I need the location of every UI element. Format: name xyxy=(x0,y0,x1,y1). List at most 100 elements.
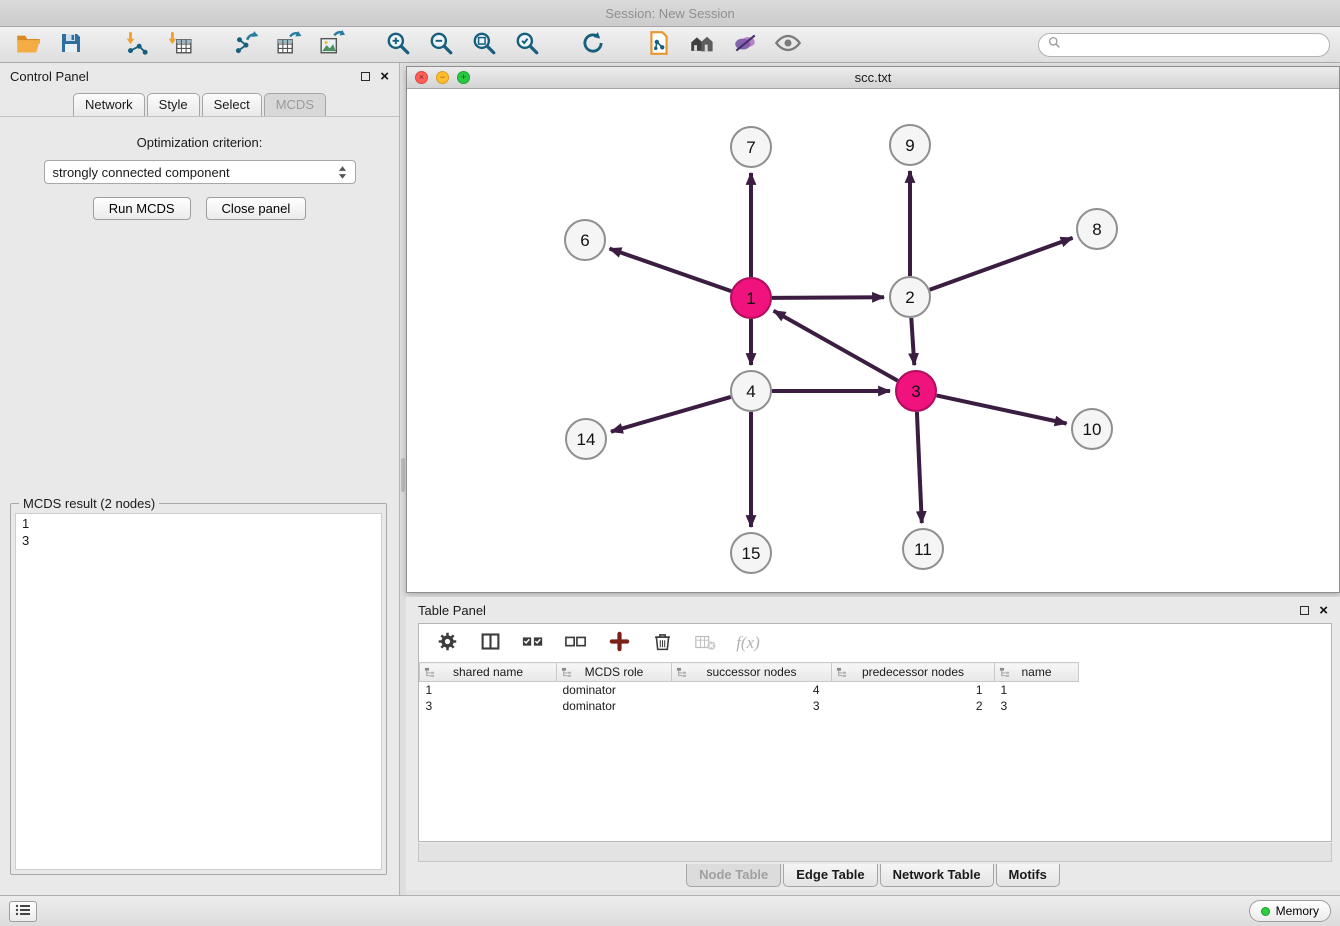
node-6[interactable]: 6 xyxy=(565,220,605,260)
minimize-window-icon[interactable]: − xyxy=(436,71,449,84)
column-header-name[interactable]: name xyxy=(995,663,1079,682)
refresh-button[interactable] xyxy=(575,30,611,60)
tab-select[interactable]: Select xyxy=(202,93,262,116)
table-cell[interactable]: dominator xyxy=(557,682,672,698)
table-settings-button[interactable] xyxy=(433,629,461,657)
splitter-handle[interactable] xyxy=(401,458,405,492)
first-neighbors-button[interactable] xyxy=(684,30,720,60)
node-3[interactable]: 3 xyxy=(896,371,936,411)
open-session-button[interactable] xyxy=(10,30,46,60)
function-builder-button: f(x) xyxy=(734,629,762,657)
svg-text:2: 2 xyxy=(905,288,914,307)
zoom-out-button[interactable] xyxy=(423,30,459,60)
node-9[interactable]: 9 xyxy=(890,125,930,165)
network-canvas[interactable]: 7 9 6 8 1 2 4 3 14 10 15 11 xyxy=(407,89,1339,592)
table-hscrollbar[interactable] xyxy=(418,843,1332,862)
criterion-select[interactable]: strongly connected component xyxy=(44,160,356,184)
column-header-MCDS-role[interactable]: MCDS role xyxy=(557,663,672,682)
table-cell[interactable]: 4 xyxy=(672,682,832,698)
delete-column-button[interactable] xyxy=(648,629,676,657)
table-cell[interactable]: 2 xyxy=(832,698,995,714)
tab-mcds[interactable]: MCDS xyxy=(264,93,326,116)
node-7[interactable]: 7 xyxy=(731,127,771,167)
column-header-predecessor-nodes[interactable]: predecessor nodes xyxy=(832,663,995,682)
edge-4-14[interactable] xyxy=(611,397,731,432)
float-panel-icon[interactable] xyxy=(361,72,370,81)
network-snapshot-button[interactable] xyxy=(641,30,677,60)
export-table-button[interactable] xyxy=(271,30,307,60)
close-panel-button[interactable]: Close panel xyxy=(206,197,307,220)
export-image-icon xyxy=(319,30,345,59)
tab-network[interactable]: Network xyxy=(73,93,145,116)
search-box[interactable] xyxy=(1038,33,1330,57)
zoom-window-icon[interactable]: + xyxy=(457,71,470,84)
run-mcds-button[interactable]: Run MCDS xyxy=(93,197,191,220)
show-hide-button[interactable] xyxy=(770,30,806,60)
node-15[interactable]: 15 xyxy=(731,533,771,573)
export-network-button[interactable] xyxy=(228,30,264,60)
network-graph[interactable]: 7 9 6 8 1 2 4 3 14 10 15 11 xyxy=(407,89,1339,592)
table-toolbar: f(x) xyxy=(419,624,1331,662)
tab-node-table[interactable]: Node Table xyxy=(686,864,781,887)
table-row[interactable]: 3dominator323 xyxy=(420,698,1079,714)
search-input[interactable] xyxy=(1067,38,1320,52)
mcds-result-list[interactable]: 13 xyxy=(15,513,382,870)
import-table-button[interactable] xyxy=(162,30,198,60)
table-cell[interactable]: dominator xyxy=(557,698,672,714)
node-2[interactable]: 2 xyxy=(890,277,930,317)
import-network-button[interactable] xyxy=(119,30,155,60)
node-1[interactable]: 1 xyxy=(731,278,771,318)
zoom-selected-button[interactable] xyxy=(509,30,545,60)
node-10[interactable]: 10 xyxy=(1072,409,1112,449)
unselect-all-columns-button[interactable] xyxy=(562,629,590,657)
control-panel-header: Control Panel × xyxy=(0,63,399,89)
node-11[interactable]: 11 xyxy=(903,529,943,569)
memory-button[interactable]: Memory xyxy=(1249,900,1331,922)
panel-menu-button[interactable] xyxy=(9,901,37,922)
zoom-in-button[interactable] xyxy=(380,30,416,60)
tab-edge-table[interactable]: Edge Table xyxy=(783,864,877,887)
edge-1-6[interactable] xyxy=(610,249,732,292)
split-column-button[interactable] xyxy=(476,629,504,657)
open-session-icon xyxy=(15,30,42,60)
column-header-shared-name[interactable]: shared name xyxy=(420,663,557,682)
edge-3-10[interactable] xyxy=(937,395,1067,423)
table-row[interactable]: 1dominator411 xyxy=(420,682,1079,698)
select-all-columns-button[interactable] xyxy=(519,629,547,657)
column-header-successor-nodes[interactable]: successor nodes xyxy=(672,663,832,682)
export-image-button[interactable] xyxy=(314,30,350,60)
table-panel-header: Table Panel × xyxy=(406,597,1340,623)
edge-3-11[interactable] xyxy=(917,412,922,523)
edge-2-3[interactable] xyxy=(911,318,914,365)
save-session-button[interactable] xyxy=(53,30,89,60)
close-table-panel-icon[interactable]: × xyxy=(1319,603,1328,618)
edge-2-8[interactable] xyxy=(930,238,1073,290)
node-4[interactable]: 4 xyxy=(731,371,771,411)
tab-network-table[interactable]: Network Table xyxy=(880,864,994,887)
table-cell[interactable]: 3 xyxy=(672,698,832,714)
edge-3-1[interactable] xyxy=(774,311,898,381)
control-panel-title: Control Panel xyxy=(10,69,89,84)
table-cell[interactable]: 3 xyxy=(420,698,557,714)
table-cell[interactable]: 3 xyxy=(995,698,1079,714)
zoom-fit-button[interactable] xyxy=(466,30,502,60)
node-table-grid: shared nameMCDS rolesuccessor nodesprede… xyxy=(419,662,1079,714)
search-icon xyxy=(1048,36,1061,54)
float-table-panel-icon[interactable] xyxy=(1300,606,1309,615)
close-window-icon[interactable]: × xyxy=(415,71,428,84)
network-window-titlebar[interactable]: × − + scc.txt xyxy=(407,67,1339,89)
svg-text:9: 9 xyxy=(905,136,914,155)
close-panel-icon[interactable]: × xyxy=(380,69,389,84)
node-14[interactable]: 14 xyxy=(566,419,606,459)
node-8[interactable]: 8 xyxy=(1077,209,1117,249)
table-cell[interactable]: 1 xyxy=(832,682,995,698)
apply-style-button[interactable] xyxy=(727,30,763,60)
table-cell[interactable]: 1 xyxy=(995,682,1079,698)
tab-style[interactable]: Style xyxy=(147,93,200,116)
edge-1-2[interactable] xyxy=(772,297,884,298)
optimization-criterion-label: Optimization criterion: xyxy=(137,135,263,150)
add-column-button[interactable] xyxy=(605,629,633,657)
table-cell[interactable]: 1 xyxy=(420,682,557,698)
tab-motifs[interactable]: Motifs xyxy=(996,864,1060,887)
result-node-id: 3 xyxy=(22,532,375,549)
